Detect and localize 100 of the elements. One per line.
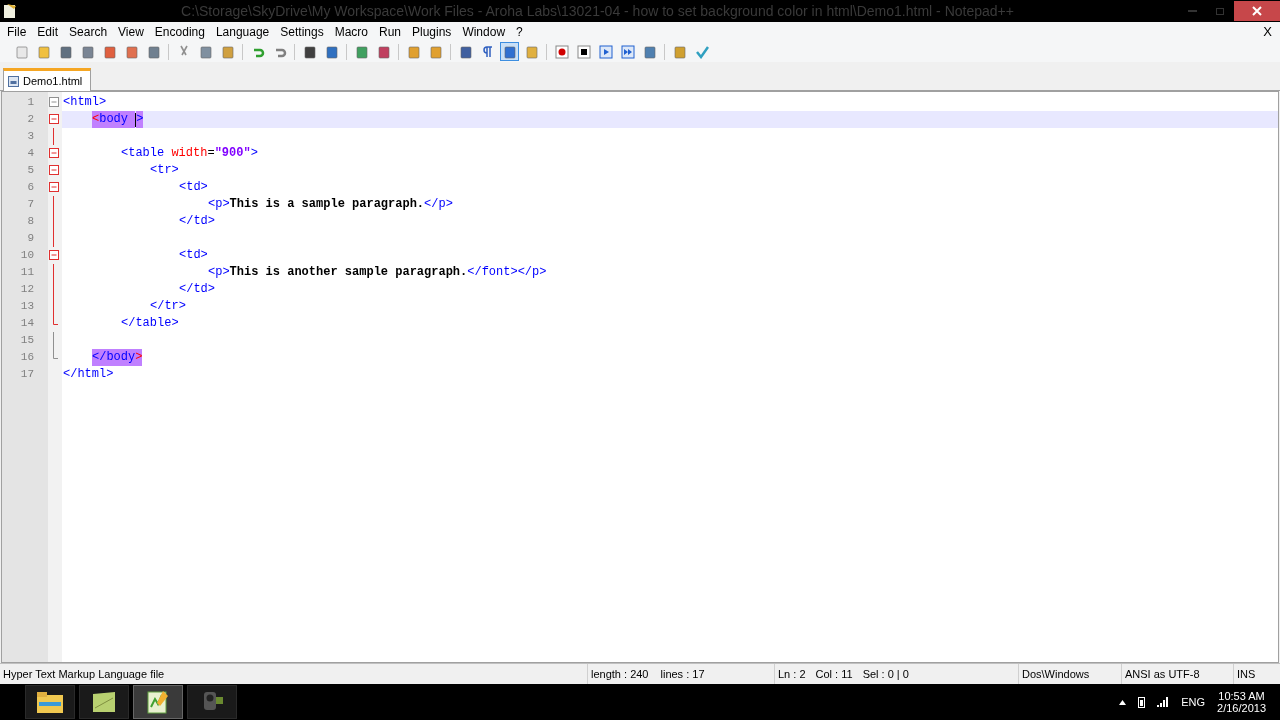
close-icon	[1252, 6, 1262, 16]
line-position: Ln : 2	[778, 668, 806, 680]
line-number: 6	[26, 180, 35, 195]
code-token: >	[250, 145, 258, 162]
play-icon	[598, 44, 613, 59]
input-language[interactable]: ENG	[1181, 696, 1206, 708]
code-token: </html>	[63, 366, 114, 383]
line-number: 3	[26, 129, 35, 144]
line-number: 1	[26, 95, 35, 110]
menu-item[interactable]: Plugins	[407, 24, 458, 39]
code-token: </body	[92, 349, 136, 366]
line-number: 10	[19, 248, 35, 263]
fold-minus-icon[interactable]	[49, 165, 60, 176]
menu-item[interactable]: Edit	[32, 24, 65, 39]
close-document-button[interactable]: X	[1263, 24, 1272, 39]
line-number: 2	[26, 112, 35, 127]
code-token: </td>	[179, 281, 215, 298]
line-number: 15	[19, 333, 35, 348]
code-token: >	[136, 111, 144, 128]
taskbar-app[interactable]	[79, 685, 129, 719]
fast-forward-icon	[620, 44, 635, 59]
menu-item[interactable]: Settings	[275, 24, 330, 39]
length-count: length : 240	[591, 668, 649, 680]
line-number: 4	[26, 146, 35, 161]
line-number: 9	[26, 231, 35, 246]
close-button[interactable]	[1234, 1, 1280, 21]
menu-item[interactable]: File	[2, 24, 33, 39]
notepad-icon	[3, 3, 17, 19]
code-token: "900"	[214, 145, 251, 162]
encoding: ANSI as UTF-8	[1125, 668, 1200, 680]
fold-minus-icon[interactable]	[49, 114, 60, 125]
code-token: </tr>	[150, 298, 186, 315]
signal-icon[interactable]	[1157, 697, 1170, 707]
fold-end-line	[53, 315, 59, 325]
fold-line	[53, 332, 55, 349]
code-token: =	[207, 145, 215, 162]
taskbar-app[interactable]	[25, 685, 75, 719]
menu-item[interactable]: Run	[374, 24, 407, 39]
code-token: </td>	[179, 213, 215, 230]
file-type: Hyper Text Markup Language file	[3, 668, 165, 680]
spell-check-icon	[694, 44, 709, 59]
code-token: >	[135, 349, 143, 366]
line-ending: Dos\Windows	[1022, 668, 1090, 680]
code-token: <td>	[179, 247, 208, 264]
code-token: <	[92, 111, 100, 128]
fold-minus-icon[interactable]	[49, 250, 60, 261]
menu-item[interactable]: ?	[511, 24, 529, 39]
line-number: 8	[26, 214, 35, 229]
fold-minus-icon[interactable]	[49, 182, 60, 193]
notepad-icon	[146, 689, 170, 715]
code-token: <td>	[179, 179, 208, 196]
line-number: 13	[19, 299, 35, 314]
stop-icon	[576, 44, 591, 59]
line-number: 7	[26, 197, 35, 212]
column-position: Col : 11	[815, 668, 853, 680]
caret-up-icon[interactable]	[1119, 699, 1127, 705]
line-number: 14	[19, 316, 35, 331]
lines-count: lines : 17	[660, 668, 705, 680]
insert-mode: INS	[1237, 668, 1256, 680]
clock[interactable]: 10:53 AM 2/16/2013	[1217, 690, 1266, 714]
record-icon	[554, 44, 569, 59]
code-token: width	[171, 145, 208, 162]
menu-item[interactable]: Search	[64, 24, 114, 39]
taskbar-app[interactable]	[187, 685, 237, 719]
menu-item[interactable]: Window	[457, 24, 512, 39]
line-number: 12	[19, 282, 35, 297]
code-token: <html>	[63, 94, 107, 111]
minimize-icon	[1187, 10, 1197, 12]
fold-line	[53, 128, 55, 145]
menu-item[interactable]: View	[113, 24, 150, 39]
selection-count: Sel : 0 | 0	[862, 668, 909, 680]
window-title: C:\Storage\SkyDrive\My Workspace\Work Files - Aroha Labs\13021-04 - how to set background color in html\Demo1.html - Notepad++	[180, 3, 1015, 19]
code-token: This is a sample paragraph.	[229, 196, 425, 213]
code-token: <table	[121, 145, 166, 162]
line-number: 11	[19, 265, 35, 280]
code-token: </font></p>	[467, 264, 547, 281]
taskbar-app[interactable]	[133, 685, 183, 719]
fold-end-line	[53, 349, 59, 359]
notepad-icon	[90, 690, 118, 714]
menu-item[interactable]: Language	[210, 24, 276, 39]
code-token: <p>	[208, 196, 230, 213]
line-number: 5	[26, 163, 35, 178]
pilcrow-icon	[480, 44, 495, 59]
code-token: body	[99, 111, 136, 128]
code-token: This is another sample paragraph.	[229, 264, 468, 281]
line-number: 17	[19, 367, 35, 382]
fold-minus-icon[interactable]	[49, 148, 60, 159]
indent-guide-icon	[502, 44, 517, 59]
battery-icon[interactable]	[1138, 696, 1146, 708]
fold-minus-icon[interactable]	[49, 97, 60, 108]
line-number: 16	[19, 350, 35, 365]
file-tab[interactable]: Demo1.html	[3, 68, 92, 91]
code-token: </table>	[121, 315, 179, 332]
menu-item[interactable]: Macro	[329, 24, 374, 39]
toolbar-button[interactable]	[574, 42, 593, 61]
code-token: </p>	[424, 196, 453, 213]
code-token: <p>	[208, 264, 230, 281]
menu-item[interactable]: Encoding	[149, 24, 211, 39]
restore-icon	[1215, 7, 1225, 15]
code-token: <tr>	[150, 162, 179, 179]
